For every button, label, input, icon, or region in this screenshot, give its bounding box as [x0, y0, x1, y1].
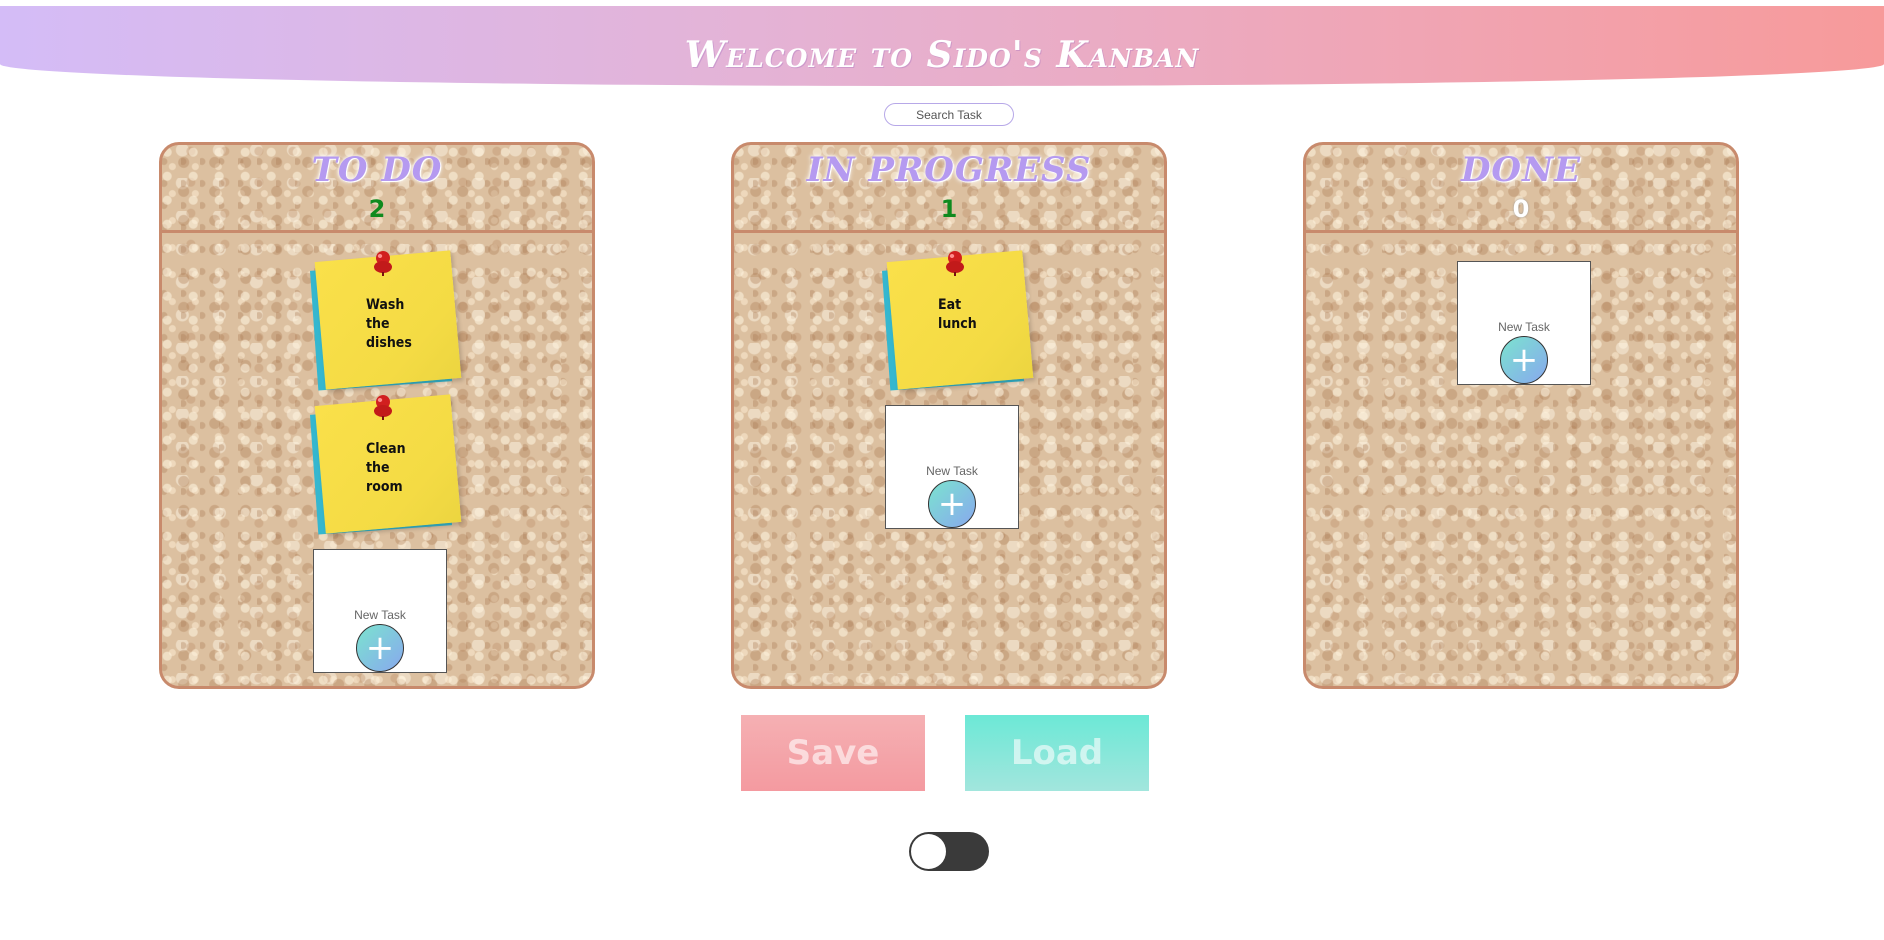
theme-toggle[interactable]	[909, 832, 989, 871]
pushpin-icon	[946, 251, 964, 276]
add-task-button[interactable]: +	[356, 624, 404, 672]
sticky-note[interactable]: Eat lunch	[881, 250, 1034, 391]
add-task-button[interactable]: +	[1500, 336, 1548, 384]
board-done: DONE 0 New Task +	[1303, 142, 1739, 689]
page-title: Welcome to Sido's Kanban	[684, 34, 1200, 76]
task-count: 0	[1512, 195, 1530, 223]
toggle-knob	[911, 834, 946, 869]
note-text: Wash the dishes	[366, 297, 412, 351]
note-text: Clean the room	[366, 441, 406, 495]
board-header: TO DO 2	[162, 145, 592, 233]
sticky-note[interactable]: Clean the room	[309, 394, 462, 535]
sticky-note[interactable]: Wash the dishes	[309, 250, 462, 391]
board-title: DONE	[1460, 150, 1582, 190]
save-button[interactable]: Save	[741, 715, 925, 791]
load-button[interactable]: Load	[965, 715, 1149, 791]
board-header: IN PROGRESS 1	[734, 145, 1164, 233]
board-todo: TO DO 2 Wash the dishes Clean the room N…	[159, 142, 595, 689]
board-title: TO DO	[311, 150, 443, 190]
task-count: 2	[368, 195, 386, 223]
pushpin-icon	[374, 395, 392, 420]
search-input[interactable]	[884, 103, 1014, 126]
add-task-button[interactable]: +	[928, 480, 976, 528]
new-task-card: New Task +	[313, 549, 447, 673]
board-title: IN PROGRESS	[806, 150, 1092, 190]
new-task-card: New Task +	[885, 405, 1019, 529]
new-task-card: New Task +	[1457, 261, 1591, 385]
pushpin-icon	[374, 251, 392, 276]
new-task-label: New Task	[354, 608, 406, 622]
new-task-label: New Task	[926, 464, 978, 478]
board-header: DONE 0	[1306, 145, 1736, 233]
task-count: 1	[940, 195, 958, 223]
note-text: Eat lunch	[938, 297, 977, 332]
new-task-label: New Task	[1498, 320, 1550, 334]
board-in-progress: IN PROGRESS 1 Eat lunch New Task +	[731, 142, 1167, 689]
